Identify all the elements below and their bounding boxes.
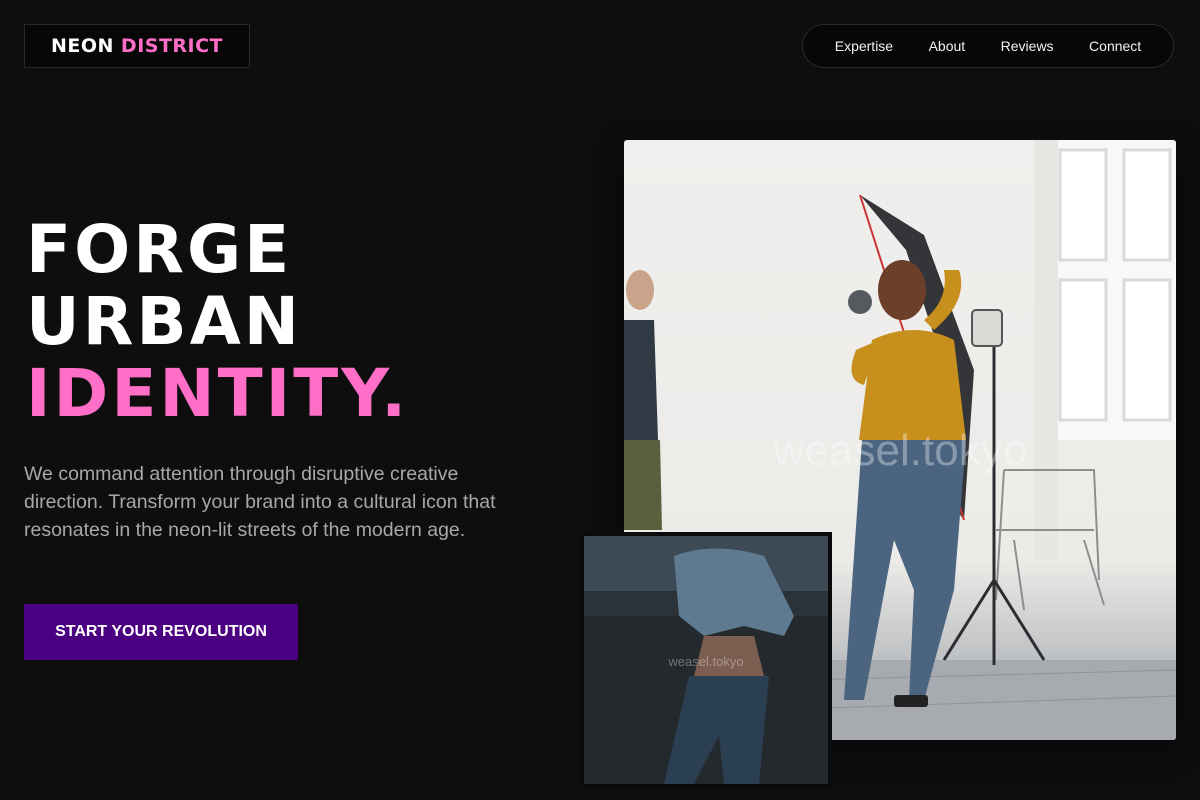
hero-title: FORGE URBAN IDENTITY.	[26, 214, 409, 430]
hero-title-line-3: IDENTITY.	[26, 355, 410, 432]
hero-description: We command attention through disruptive …	[24, 463, 496, 541]
denim-portrait-illustration: weasel.tokyo	[584, 536, 828, 784]
hero-title-line-2: URBAN	[26, 283, 303, 360]
start-revolution-button[interactable]: START YOUR REVOLUTION	[24, 604, 298, 660]
nav-link-connect[interactable]: Connect	[1089, 38, 1141, 54]
main-nav: Expertise About Reviews Connect	[802, 24, 1174, 68]
photo-denim-portrait: weasel.tokyo	[580, 532, 832, 788]
logo-word-neon: NEON	[50, 35, 114, 57]
nav-link-about[interactable]: About	[929, 38, 966, 54]
logo-word-district: DISTRICT	[120, 35, 224, 57]
brand-logo[interactable]: NEON DISTRICT	[24, 24, 250, 68]
nav-link-reviews[interactable]: Reviews	[1001, 38, 1054, 54]
nav-link-expertise[interactable]: Expertise	[835, 38, 893, 54]
hero-title-line-1: FORGE	[26, 211, 293, 288]
main-photo-watermark: weasel.tokyo	[772, 426, 1027, 475]
small-photo-watermark: weasel.tokyo	[667, 654, 743, 669]
